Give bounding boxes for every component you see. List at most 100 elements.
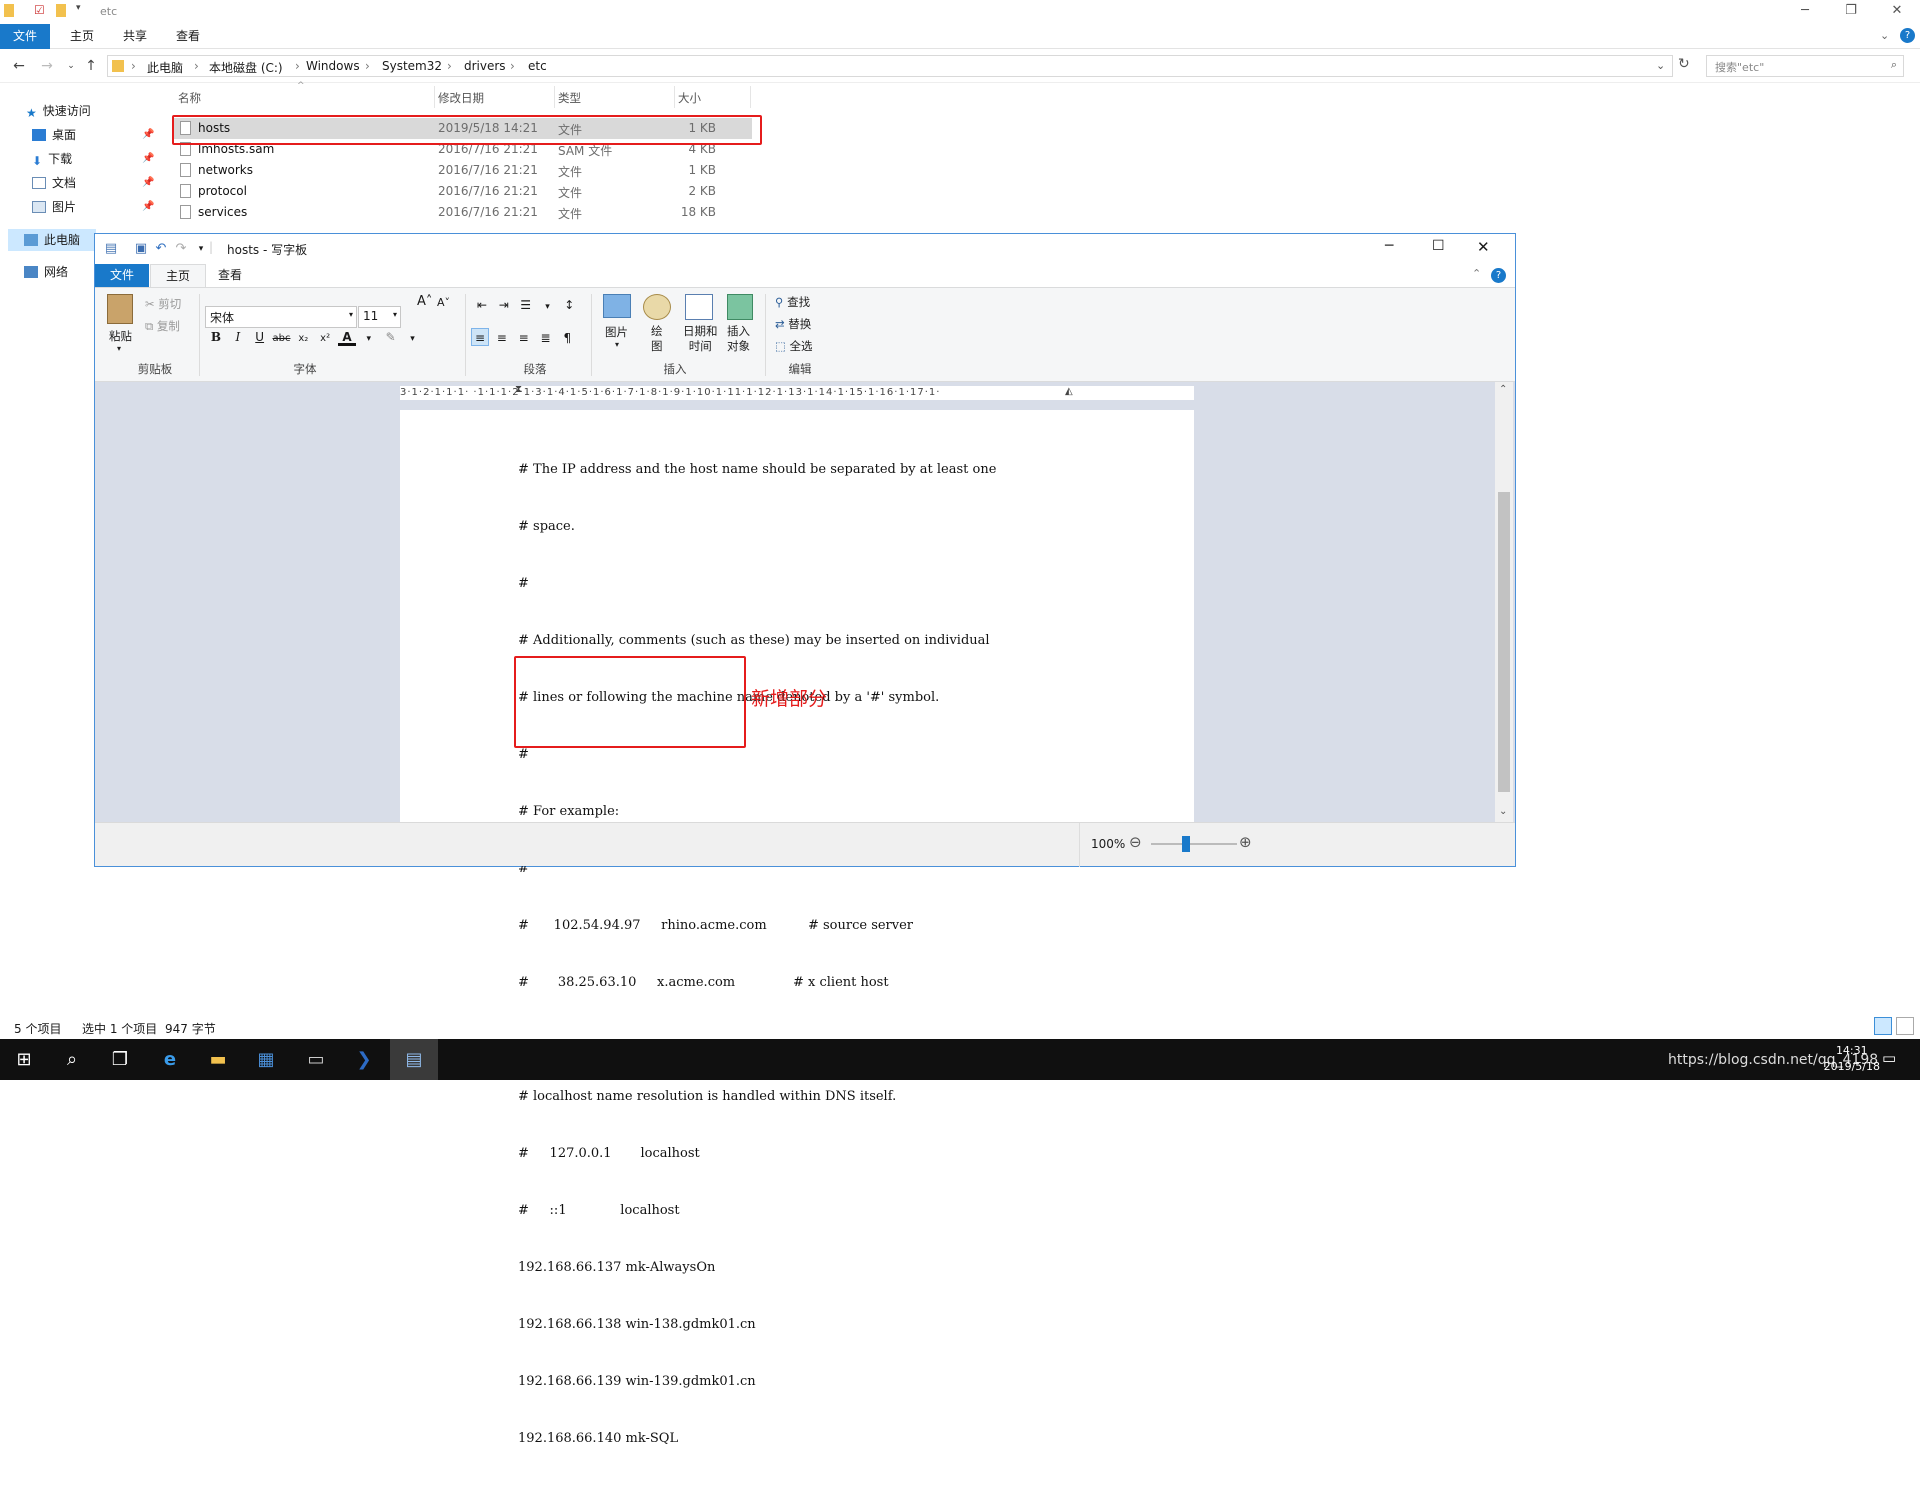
minimize-button[interactable]: ─: [1782, 0, 1828, 22]
scroll-thumb[interactable]: [1498, 492, 1510, 792]
breadcrumb-etc[interactable]: etc: [528, 59, 547, 73]
zoom-out-icon[interactable]: ⊖: [1129, 833, 1142, 851]
search-icon[interactable]: ⌕: [1891, 58, 1897, 72]
tab-view[interactable]: 查看: [163, 24, 213, 49]
paragraph-icon[interactable]: ¶: [558, 329, 576, 347]
italic-icon[interactable]: I: [229, 328, 247, 346]
pin-icon[interactable]: 📌: [142, 201, 154, 212]
forward-icon[interactable]: →: [38, 57, 56, 75]
wp-close-button[interactable]: ✕: [1477, 238, 1490, 256]
address-dropdown-icon[interactable]: ⌄: [1656, 59, 1665, 72]
bullets-icon[interactable]: ☰: [517, 296, 535, 314]
bold-icon[interactable]: B: [207, 328, 225, 346]
scroll-down-icon[interactable]: ⌄: [1499, 806, 1507, 817]
nav-network[interactable]: 网络: [24, 261, 68, 283]
underline-icon[interactable]: U: [251, 328, 269, 346]
column-name[interactable]: 名称: [178, 90, 201, 106]
expand-ribbon-icon[interactable]: ⌄: [1880, 29, 1889, 42]
highlight-dropdown-icon[interactable]: ▾: [403, 330, 421, 348]
properties-icon[interactable]: ☑: [34, 3, 45, 17]
qa-dropdown-icon[interactable]: ▾: [76, 3, 81, 13]
paint-icon[interactable]: [643, 294, 671, 320]
cmd-icon[interactable]: ▭: [292, 1039, 340, 1080]
tab-file[interactable]: 文件: [0, 24, 51, 49]
highlight-icon[interactable]: ✎: [382, 328, 400, 346]
breadcrumb-system32[interactable]: System32: [382, 59, 442, 73]
insert-paint-button[interactable]: 绘 图: [651, 324, 663, 354]
file-row-protocol[interactable]: protocol 2016/7/16 21:21 文件 2 KB: [172, 181, 752, 202]
column-size[interactable]: 大小: [678, 90, 701, 106]
column-date[interactable]: 修改日期: [438, 90, 484, 106]
size-dropdown-icon[interactable]: ▾: [393, 310, 397, 319]
right-indent-marker-icon[interactable]: ◭: [1065, 386, 1073, 397]
font-dropdown-icon[interactable]: ▾: [349, 310, 353, 319]
calendar-icon[interactable]: [685, 294, 713, 320]
align-left-icon[interactable]: ≡: [471, 328, 489, 346]
close-button[interactable]: ✕: [1874, 0, 1920, 22]
help-icon[interactable]: ?: [1900, 28, 1915, 43]
file-row-networks[interactable]: networks 2016/7/16 21:21 文件 1 KB: [172, 160, 752, 181]
restore-button[interactable]: ❐: [1828, 0, 1874, 22]
details-view-icon[interactable]: [1874, 1017, 1892, 1035]
superscript-icon[interactable]: x²: [316, 330, 334, 348]
tab-share[interactable]: 共享: [110, 24, 160, 49]
nav-item-documents[interactable]: 文档: [32, 172, 76, 194]
bullets-dropdown-icon[interactable]: ▾: [538, 298, 556, 316]
zoom-in-icon[interactable]: ⊕: [1239, 833, 1252, 851]
font-color-dropdown-icon[interactable]: ▾: [360, 330, 378, 348]
scroll-up-icon[interactable]: ⌃: [1499, 384, 1507, 395]
decrease-indent-icon[interactable]: ⇤: [473, 296, 491, 314]
subscript-icon[interactable]: x₂: [294, 330, 312, 348]
wp-tab-home[interactable]: 主页: [150, 264, 207, 287]
wordpad-taskbar-icon[interactable]: ▤: [390, 1039, 438, 1080]
wp-tab-view[interactable]: 查看: [203, 264, 257, 287]
task-view-icon[interactable]: ❐: [96, 1039, 144, 1080]
breadcrumb-drivers[interactable]: drivers: [464, 59, 506, 73]
zoom-slider-thumb[interactable]: [1182, 836, 1190, 852]
shrink-font-icon[interactable]: A˅: [437, 296, 450, 309]
select-all-button[interactable]: ⬚ 全选: [775, 338, 813, 354]
insert-picture-button[interactable]: 图片: [605, 324, 628, 340]
collapse-ribbon-icon[interactable]: ⌃: [1472, 267, 1481, 280]
redo-icon[interactable]: ↷: [173, 241, 189, 257]
paste-icon[interactable]: [107, 294, 133, 324]
clock[interactable]: 14:31 2019/5/18: [1824, 1043, 1880, 1075]
large-icons-view-icon[interactable]: [1896, 1017, 1914, 1035]
font-family-select[interactable]: 宋体 ▾: [205, 306, 357, 328]
insert-datetime-button[interactable]: 日期和 时间: [683, 324, 718, 354]
grow-font-icon[interactable]: A˄: [417, 294, 432, 309]
justify-icon[interactable]: ≣: [536, 329, 554, 347]
cut-button[interactable]: ✂ 剪切: [145, 296, 181, 312]
paste-dropdown-icon[interactable]: ▾: [117, 344, 121, 353]
document-text[interactable]: # The IP address and the host name shoul…: [518, 422, 996, 1486]
wordpad-app-icon[interactable]: ▤: [103, 241, 119, 257]
font-color-icon[interactable]: A: [337, 328, 356, 346]
object-icon[interactable]: [727, 294, 753, 320]
breadcrumb-windows[interactable]: Windows: [306, 59, 360, 73]
picture-dropdown-icon[interactable]: ▾: [615, 340, 619, 349]
align-right-icon[interactable]: ≡: [515, 329, 533, 347]
indent-marker-icon[interactable]: ⧗: [515, 384, 522, 395]
insert-object-button[interactable]: 插入 对象: [727, 324, 750, 354]
wp-minimize-button[interactable]: ─: [1385, 238, 1393, 254]
picture-icon[interactable]: [603, 294, 631, 318]
nav-this-pc[interactable]: 此电脑: [24, 229, 80, 251]
wp-tab-file[interactable]: 文件: [95, 264, 150, 287]
nav-item-pictures[interactable]: 图片: [32, 196, 76, 218]
pin-icon[interactable]: 📌: [142, 153, 154, 164]
vertical-scrollbar[interactable]: ⌃ ⌄: [1495, 382, 1513, 822]
file-row-services[interactable]: services 2016/7/16 21:21 文件 18 KB: [172, 202, 752, 223]
copy-button[interactable]: ⧉ 复制: [145, 318, 180, 334]
server-manager-icon[interactable]: ▦: [242, 1039, 290, 1080]
nav-item-downloads[interactable]: ⬇ 下载: [32, 148, 72, 170]
recent-dropdown-icon[interactable]: ⌄: [62, 57, 80, 75]
strikethrough-icon[interactable]: abc: [272, 330, 290, 348]
new-folder-icon[interactable]: [56, 4, 66, 17]
line-spacing-icon[interactable]: ↕: [560, 296, 578, 314]
ie-browser-icon[interactable]: e: [146, 1039, 194, 1080]
pin-icon[interactable]: 📌: [142, 129, 154, 140]
refresh-icon[interactable]: ↻: [1678, 56, 1690, 72]
pin-icon[interactable]: 📌: [142, 177, 154, 188]
search-icon[interactable]: ⌕: [48, 1039, 96, 1080]
paste-button[interactable]: 粘贴: [109, 328, 132, 344]
